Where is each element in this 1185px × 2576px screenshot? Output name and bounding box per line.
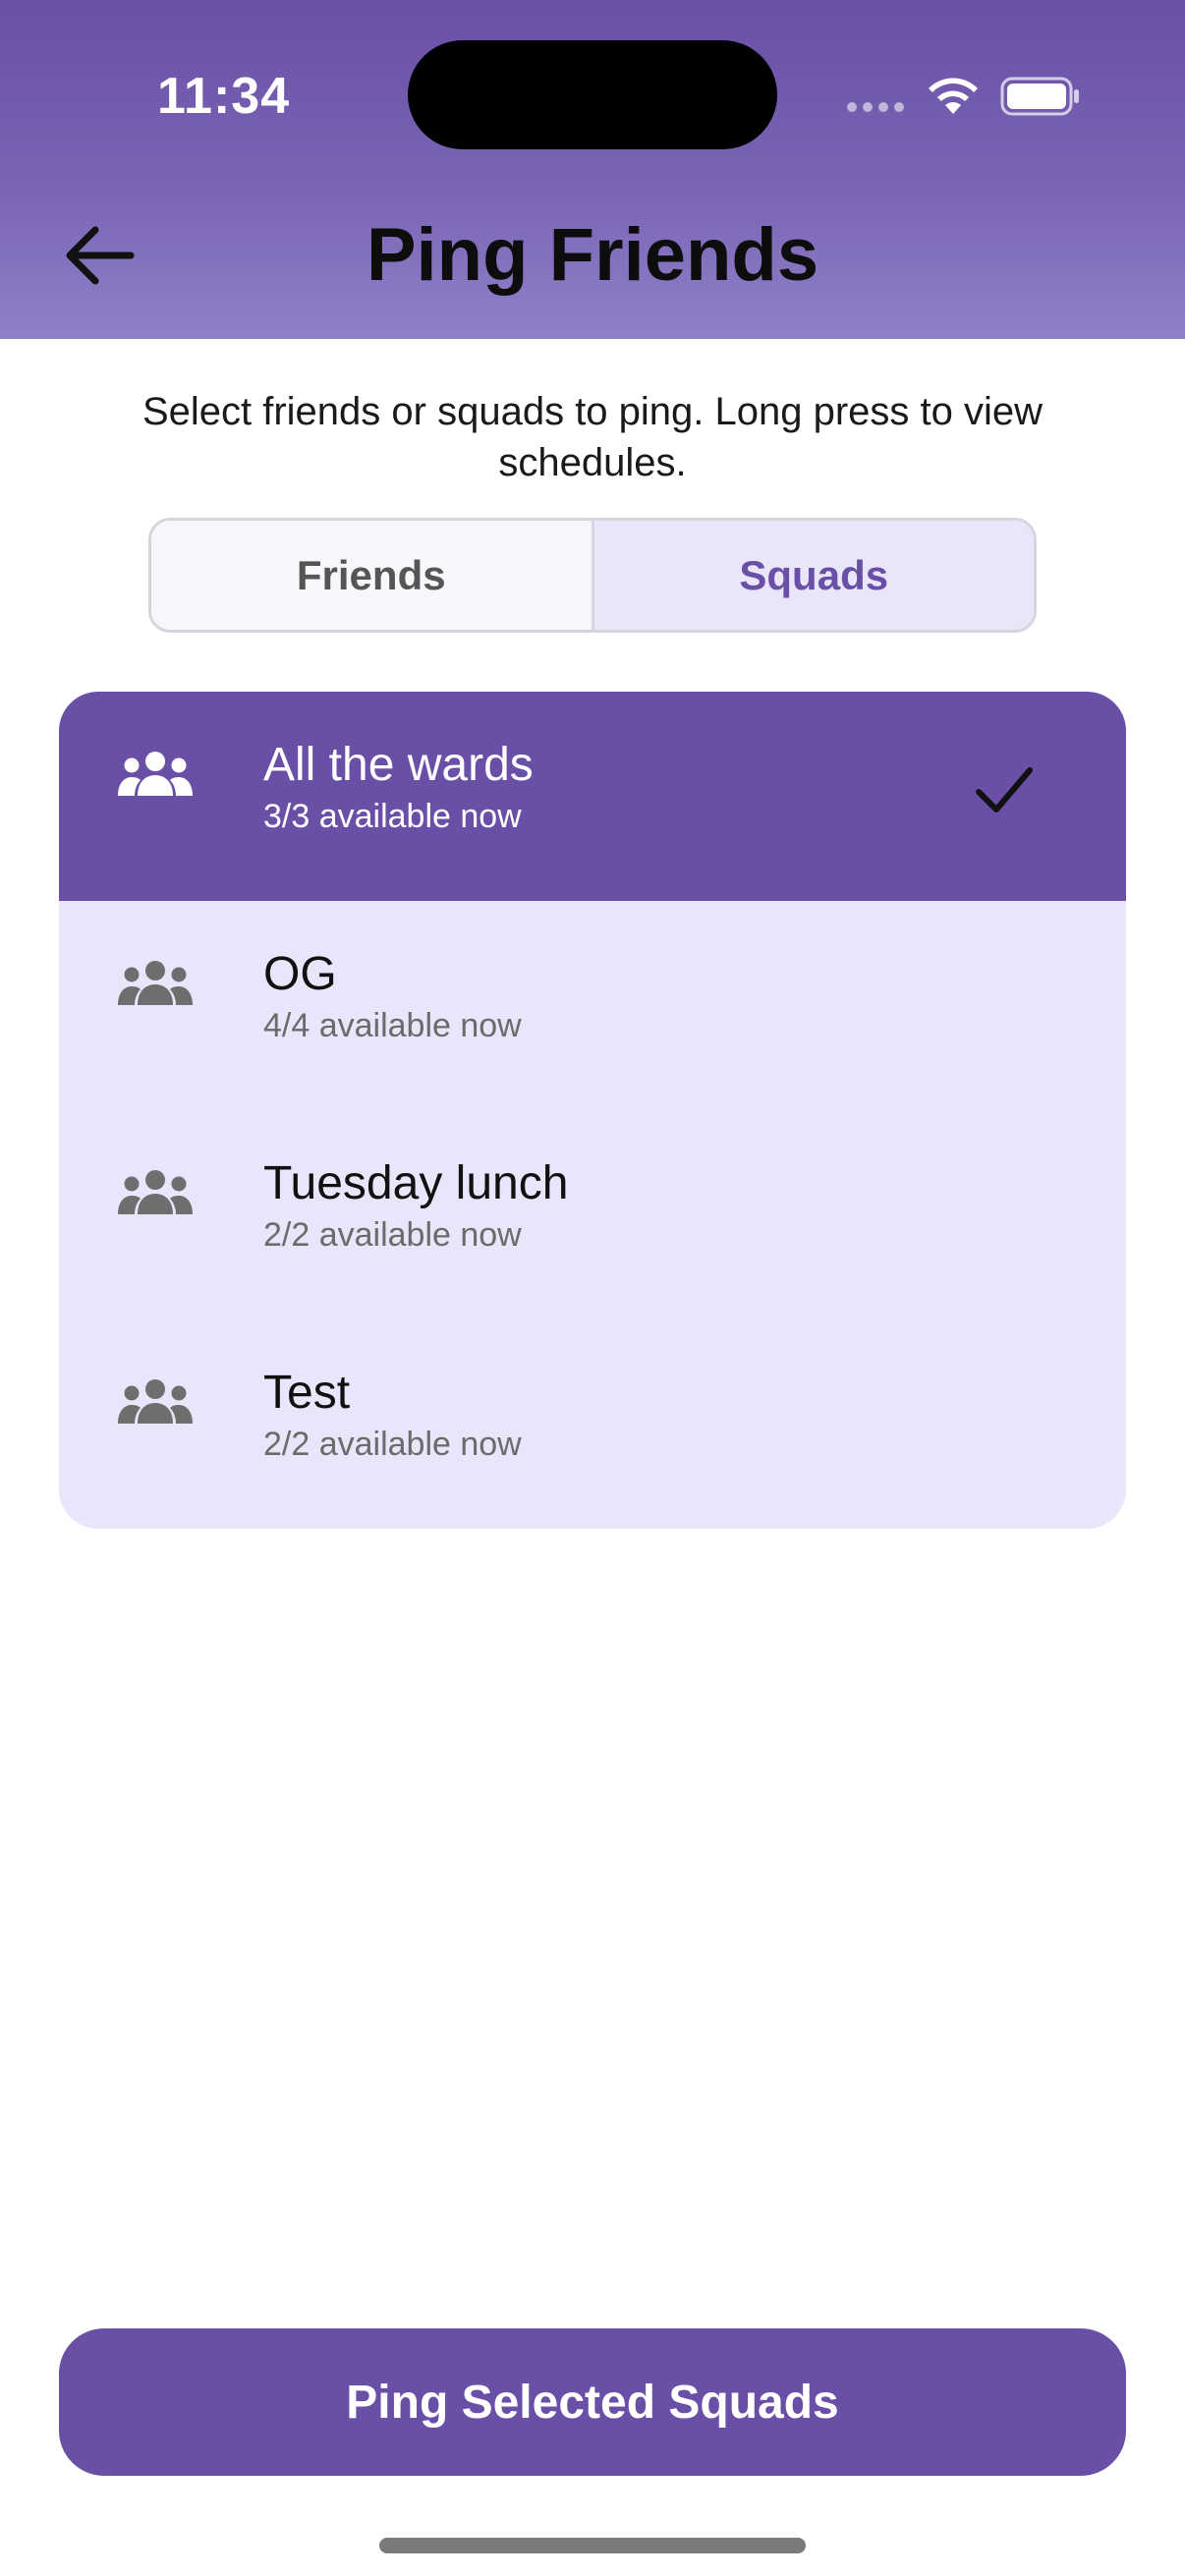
page-title: Ping Friends — [366, 213, 819, 297]
cellular-signal-icon — [847, 102, 906, 116]
squad-name: All the wards — [263, 739, 534, 791]
squad-row-test[interactable]: Test 2/2 available now — [59, 1319, 1126, 1529]
checkmark-icon — [976, 767, 1033, 812]
squad-name: OG — [263, 948, 337, 1000]
dynamic-island — [408, 40, 777, 149]
group-icon — [118, 961, 193, 1005]
group-icon — [118, 752, 193, 796]
squad-name: Test — [263, 1367, 351, 1419]
squad-list: All the wards 3/3 available now OG 4/4 a… — [59, 692, 1126, 1529]
header: 11:34 Ping Friends — [0, 0, 1185, 339]
friends-squads-toggle: Friends Squads — [148, 518, 1037, 633]
squad-availability: 2/2 available now — [263, 1426, 522, 1463]
wifi-icon — [929, 78, 978, 114]
squad-row-all-the-wards[interactable]: All the wards 3/3 available now — [59, 692, 1126, 901]
squad-availability: 2/2 available now — [263, 1216, 522, 1254]
home-indicator[interactable] — [379, 2538, 806, 2553]
tab-squads[interactable]: Squads — [593, 521, 1034, 630]
squad-row-og[interactable]: OG 4/4 available now — [59, 901, 1126, 1110]
squad-availability: 3/3 available now — [263, 798, 522, 835]
ping-selected-squads-button[interactable]: Ping Selected Squads — [59, 2328, 1126, 2476]
squad-name: Tuesday lunch — [263, 1157, 569, 1209]
squad-row-tuesday-lunch[interactable]: Tuesday lunch 2/2 available now — [59, 1110, 1126, 1319]
battery-icon — [1000, 77, 1079, 116]
ping-friends-screen: 11:34 Ping Friends Select friends or squ… — [0, 0, 1185, 2576]
group-icon — [118, 1379, 193, 1424]
instruction-text: Select friends or squads to ping. Long p… — [141, 390, 1044, 484]
tab-friends[interactable]: Friends — [151, 521, 594, 630]
squad-availability: 4/4 available now — [263, 1007, 522, 1044]
status-time: 11:34 — [157, 68, 291, 125]
group-icon — [118, 1170, 193, 1214]
